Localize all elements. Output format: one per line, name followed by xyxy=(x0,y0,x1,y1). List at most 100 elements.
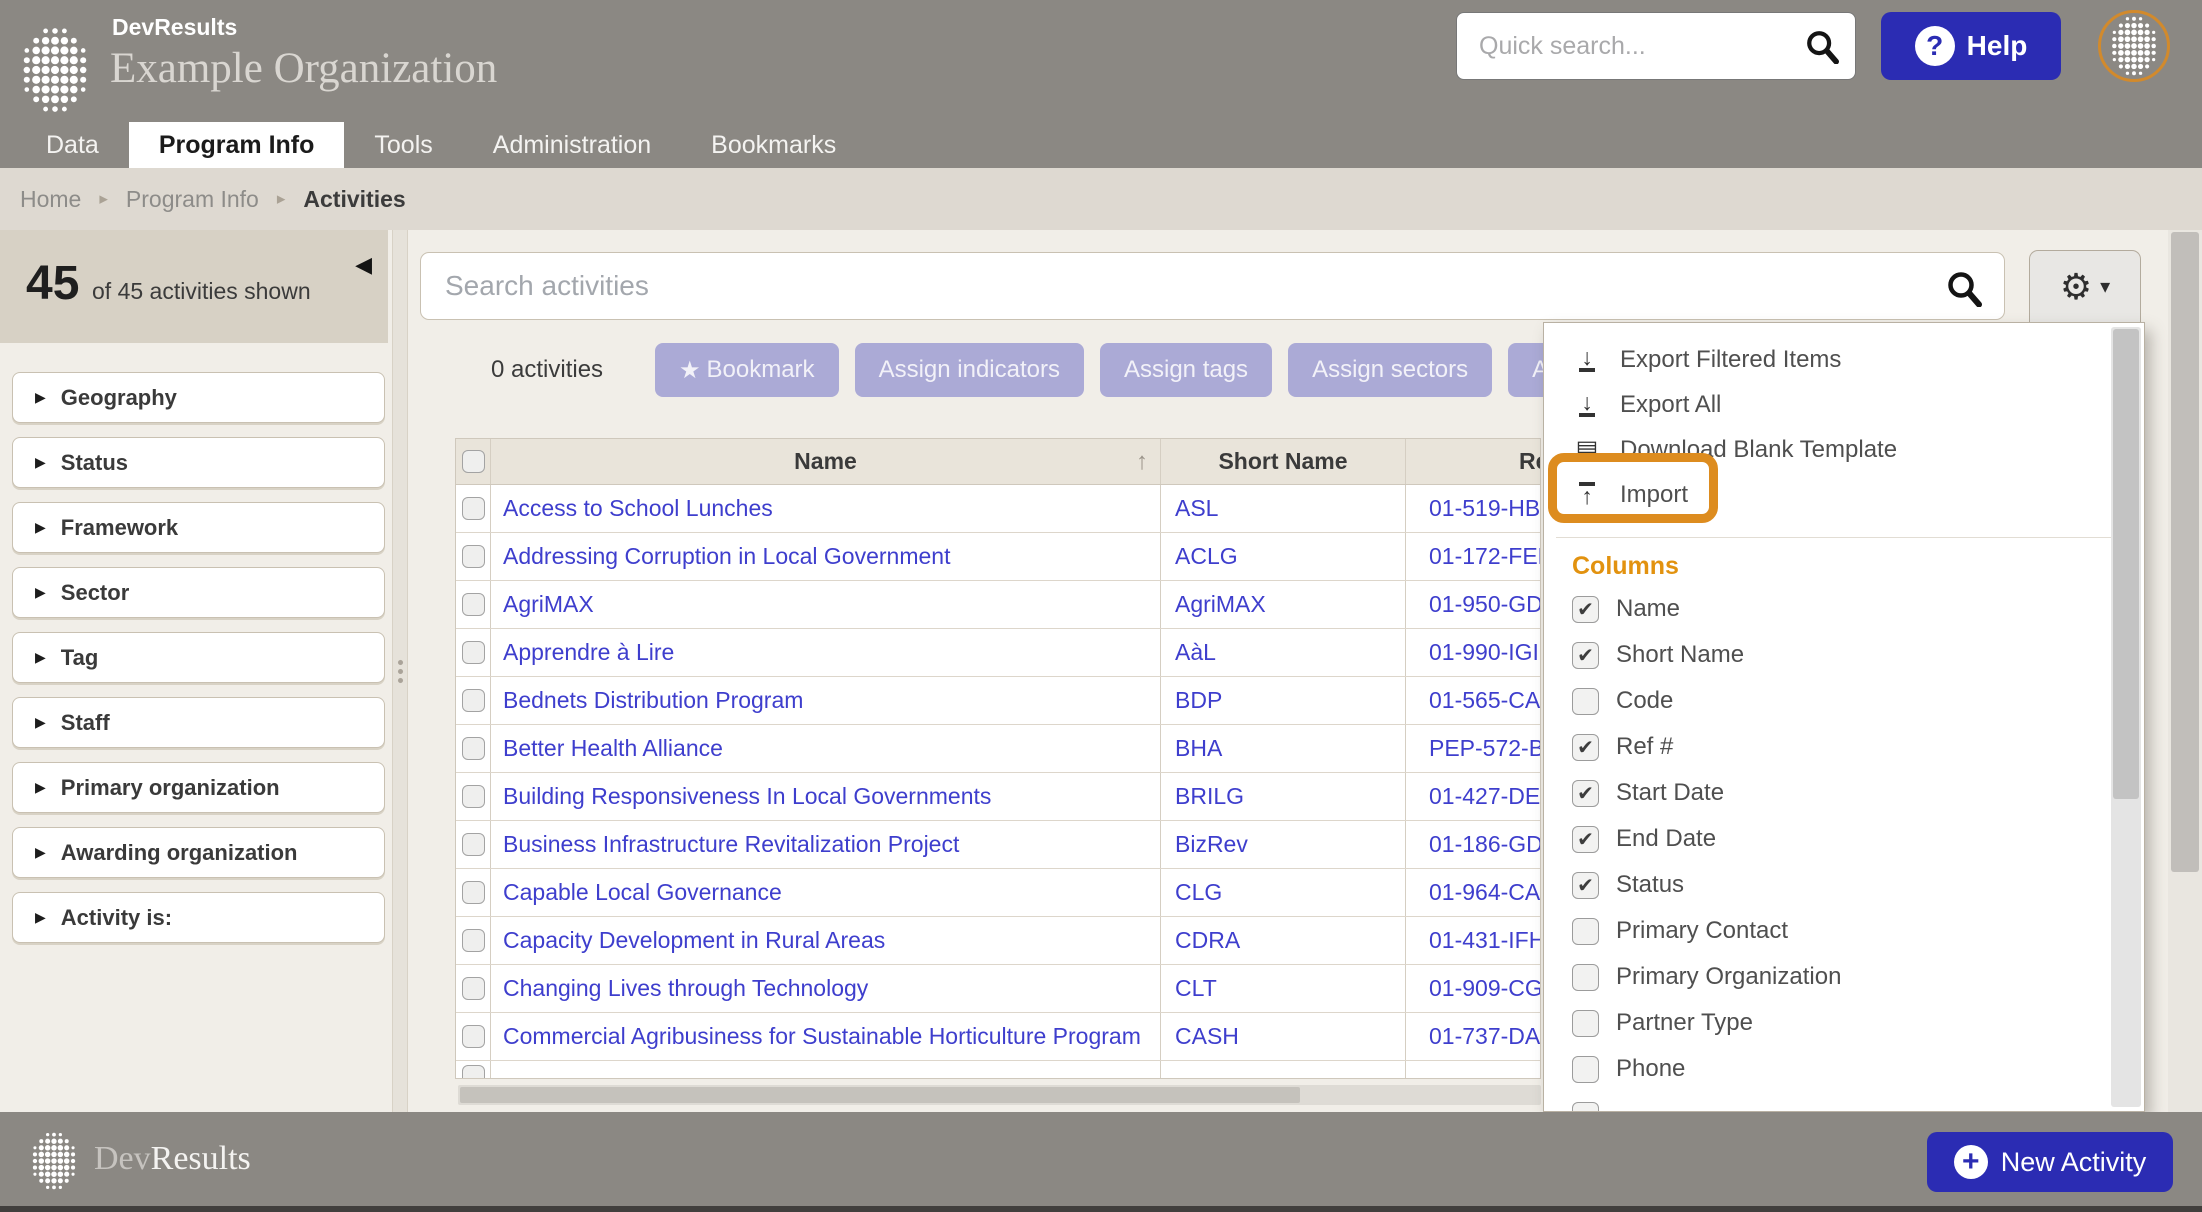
row-checkbox[interactable] xyxy=(462,737,485,760)
column-checkbox[interactable] xyxy=(1572,964,1599,991)
scrollbar-thumb[interactable] xyxy=(460,1087,1300,1103)
activity-short-name-link[interactable]: CASH xyxy=(1175,1023,1239,1050)
menu-column-short-name[interactable]: ✔Short Name xyxy=(1544,632,2144,678)
filter-awarding-organization[interactable]: ▶Awarding organization xyxy=(12,827,385,878)
assign-tags-button[interactable]: Assign tags xyxy=(1100,343,1272,397)
menu-item-download-blank-template[interactable]: ▤Download Blank Template xyxy=(1544,427,2144,472)
assign-indicators-button[interactable]: Assign indicators xyxy=(855,343,1084,397)
tab-data[interactable]: Data xyxy=(16,122,129,168)
activity-name-link[interactable]: Changing Lives through Technology xyxy=(503,975,868,1002)
activity-short-name-link[interactable]: CLT xyxy=(1175,975,1217,1002)
sidebar-collapse-icon[interactable]: ◀ xyxy=(355,252,372,278)
row-checkbox[interactable] xyxy=(462,689,485,712)
activity-ref-link[interactable]: 01-737-DAF xyxy=(1406,1023,1540,1050)
column-checkbox-checked[interactable]: ✔ xyxy=(1572,642,1599,669)
row-checkbox[interactable] xyxy=(462,977,485,1000)
row-checkbox[interactable] xyxy=(462,593,485,616)
menu-column-primary-contact[interactable]: Primary Contact xyxy=(1544,908,2144,954)
activity-short-name-link[interactable]: BizRev xyxy=(1175,831,1248,858)
name-column-header[interactable]: Name↑ xyxy=(491,439,1161,484)
breadcrumb-link-program-info[interactable]: Program Info xyxy=(126,186,259,213)
activity-name-link[interactable]: Building Responsiveness In Local Governm… xyxy=(503,783,991,810)
column-checkbox[interactable] xyxy=(1572,1102,1599,1113)
table-horizontal-scrollbar[interactable] xyxy=(458,1085,1541,1105)
activity-name-link[interactable]: Bednets Distribution Program xyxy=(503,687,803,714)
activity-ref-link[interactable]: 01-186-GDC xyxy=(1406,831,1540,858)
activity-name-link[interactable]: Capable Local Governance xyxy=(503,879,782,906)
scrollbar-thumb[interactable] xyxy=(2113,329,2139,799)
assign-sectors-button[interactable]: Assign sectors xyxy=(1288,343,1492,397)
activity-short-name-link[interactable]: CLG xyxy=(1175,879,1222,906)
activity-name-link[interactable]: Capacity Development in Rural Areas xyxy=(503,927,885,954)
menu-column-phone[interactable]: Phone xyxy=(1544,1046,2144,1092)
menu-item-export-all[interactable]: ↓Export All xyxy=(1544,382,2144,427)
activity-short-name-link[interactable]: AàL xyxy=(1175,639,1216,666)
menu-column-end-date[interactable]: ✔End Date xyxy=(1544,816,2144,862)
row-checkbox[interactable] xyxy=(462,1025,485,1048)
activity-short-name-link[interactable]: BRILG xyxy=(1175,783,1244,810)
menu-column-primary-organization[interactable]: Primary Organization xyxy=(1544,954,2144,1000)
row-checkbox[interactable] xyxy=(462,1065,485,1078)
activity-ref-link[interactable]: 01-909-CGI- xyxy=(1406,975,1540,1002)
filter-primary-organization[interactable]: ▶Primary organization xyxy=(12,762,385,813)
row-checkbox[interactable] xyxy=(462,497,485,520)
activity-name-link[interactable]: Business Infrastructure Revitalization P… xyxy=(503,831,959,858)
tab-program-info[interactable]: Program Info xyxy=(129,122,345,168)
activity-name-link[interactable]: Apprendre à Lire xyxy=(503,639,674,666)
menu-column-name[interactable]: ✔Name xyxy=(1544,586,2144,632)
filter-tag[interactable]: ▶Tag xyxy=(12,632,385,683)
page-vertical-scrollbar[interactable] xyxy=(2168,230,2202,1112)
row-checkbox[interactable] xyxy=(462,881,485,904)
search-icon[interactable] xyxy=(1946,269,1982,312)
column-checkbox[interactable] xyxy=(1572,1010,1599,1037)
activity-short-name-link[interactable]: ASL xyxy=(1175,495,1218,522)
menu-column-code[interactable]: Code xyxy=(1544,678,2144,724)
tab-administration[interactable]: Administration xyxy=(463,122,681,168)
row-checkbox[interactable] xyxy=(462,929,485,952)
menu-column-partial[interactable] xyxy=(1544,1092,2144,1112)
user-avatar[interactable] xyxy=(2098,10,2170,82)
scrollbar-thumb[interactable] xyxy=(2171,232,2199,872)
dropdown-scrollbar[interactable] xyxy=(2111,327,2141,1107)
quick-search-input[interactable] xyxy=(1479,13,1799,79)
new-activity-button[interactable]: + New Activity xyxy=(1927,1132,2173,1192)
column-checkbox-checked[interactable]: ✔ xyxy=(1572,872,1599,899)
search-icon[interactable] xyxy=(1805,28,1839,69)
menu-item-import[interactable]: ↑Import xyxy=(1544,472,2144,517)
activity-ref-link[interactable]: 01-427-DEB xyxy=(1406,783,1540,810)
activity-ref-link[interactable]: 01-990-IGI-C xyxy=(1406,639,1540,666)
activity-short-name-link[interactable]: AgriMAX xyxy=(1175,591,1266,618)
column-checkbox[interactable] xyxy=(1572,688,1599,715)
filter-geography[interactable]: ▶Geography xyxy=(12,372,385,423)
row-checkbox[interactable] xyxy=(462,545,485,568)
bookmark-button[interactable]: ★Bookmark xyxy=(655,343,839,397)
activity-short-name-link[interactable]: BHA xyxy=(1175,735,1222,762)
select-all-checkbox[interactable] xyxy=(462,450,485,473)
table-options-gear-button[interactable]: ⚙ ▾ xyxy=(2029,250,2141,322)
activity-short-name-link[interactable]: ACLG xyxy=(1175,543,1238,570)
column-checkbox-checked[interactable]: ✔ xyxy=(1572,596,1599,623)
activity-ref-link[interactable]: 01-950-GDC xyxy=(1406,591,1540,618)
menu-column-status[interactable]: ✔Status xyxy=(1544,862,2144,908)
activity-name-link[interactable]: Better Health Alliance xyxy=(503,735,723,762)
activity-ref-link[interactable]: 01-565-CAE- xyxy=(1406,687,1540,714)
menu-column-ref[interactable]: ✔Ref # xyxy=(1544,724,2144,770)
row-checkbox[interactable] xyxy=(462,641,485,664)
menu-column-start-date[interactable]: ✔Start Date xyxy=(1544,770,2144,816)
activity-ref-link[interactable]: 01-431-IFH- xyxy=(1406,927,1540,954)
activity-name-link[interactable]: Commercial Agribusiness for Sustainable … xyxy=(503,1023,1141,1050)
breadcrumb-link-home[interactable]: Home xyxy=(20,186,81,213)
activity-ref-link[interactable]: 01-964-CAF- xyxy=(1406,879,1540,906)
filter-framework[interactable]: ▶Framework xyxy=(12,502,385,553)
filter-activity-is[interactable]: ▶Activity is: xyxy=(12,892,385,943)
filter-status[interactable]: ▶Status xyxy=(12,437,385,488)
help-button[interactable]: ? Help xyxy=(1881,12,2061,80)
activity-short-name-link[interactable]: CDRA xyxy=(1175,927,1240,954)
column-checkbox-checked[interactable]: ✔ xyxy=(1572,734,1599,761)
ref-column-header[interactable]: Ref # xyxy=(1406,439,1540,484)
activity-ref-link[interactable]: 01-519-HBL xyxy=(1406,495,1540,522)
short-name-column-header[interactable]: Short Name xyxy=(1161,439,1406,484)
tab-bookmarks[interactable]: Bookmarks xyxy=(681,122,866,168)
sidebar-resize-handle[interactable] xyxy=(392,230,408,1112)
row-checkbox[interactable] xyxy=(462,833,485,856)
